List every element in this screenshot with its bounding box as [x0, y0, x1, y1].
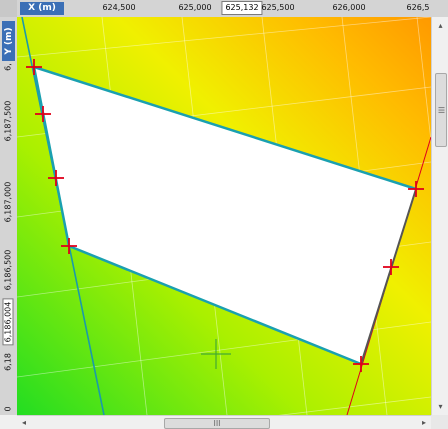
- y-axis-label-text: Y (m): [3, 27, 14, 55]
- y-tick: 6,186,500: [3, 249, 13, 291]
- y-tick: 0: [3, 406, 13, 412]
- y-cursor-readout: 6,186,004: [2, 298, 14, 346]
- grip-icon: III: [436, 106, 446, 114]
- x-tick: 625,500: [261, 3, 295, 12]
- scroll-down-icon[interactable]: ▾: [432, 398, 448, 415]
- x-cursor-readout: 625,132: [221, 1, 263, 15]
- y-tick: 6,187,500: [3, 100, 13, 142]
- x-axis-label: X (m): [20, 2, 64, 15]
- horizontal-scrollbar[interactable]: ◂ III ▸: [17, 415, 431, 429]
- x-ruler: X (m) 624,500 625,000 625,132 625,500 62…: [0, 0, 448, 18]
- y-tick: 6,: [3, 63, 13, 71]
- vertical-scroll-thumb[interactable]: III: [435, 73, 447, 147]
- x-tick: 626,000: [332, 3, 366, 12]
- ruler-corner: [0, 0, 17, 17]
- y-ruler: Y (m) 6, 6,187,500 6,187,000 6,186,500 6…: [0, 17, 18, 415]
- map-canvas[interactable]: [17, 17, 431, 415]
- y-axis-label: Y (m): [2, 21, 15, 61]
- coordinate-map-window: X (m) 624,500 625,000 625,132 625,500 62…: [0, 0, 448, 429]
- x-tick: 626,5: [406, 3, 430, 12]
- map-svg: [17, 17, 431, 415]
- y-tick: 6,18: [3, 353, 13, 371]
- x-tick: 624,500: [102, 3, 136, 12]
- grip-icon: III: [213, 418, 221, 428]
- scroll-right-icon[interactable]: ▸: [417, 416, 431, 429]
- scroll-up-icon[interactable]: ▴: [432, 17, 448, 34]
- horizontal-scroll-thumb[interactable]: III: [164, 418, 270, 429]
- y-tick: 6,187,000: [3, 181, 13, 223]
- x-tick: 625,000: [178, 3, 212, 12]
- scroll-left-icon[interactable]: ◂: [17, 416, 31, 429]
- vertical-scrollbar[interactable]: ▴ III ▾: [431, 17, 448, 415]
- scrollbar-corner: [431, 415, 448, 429]
